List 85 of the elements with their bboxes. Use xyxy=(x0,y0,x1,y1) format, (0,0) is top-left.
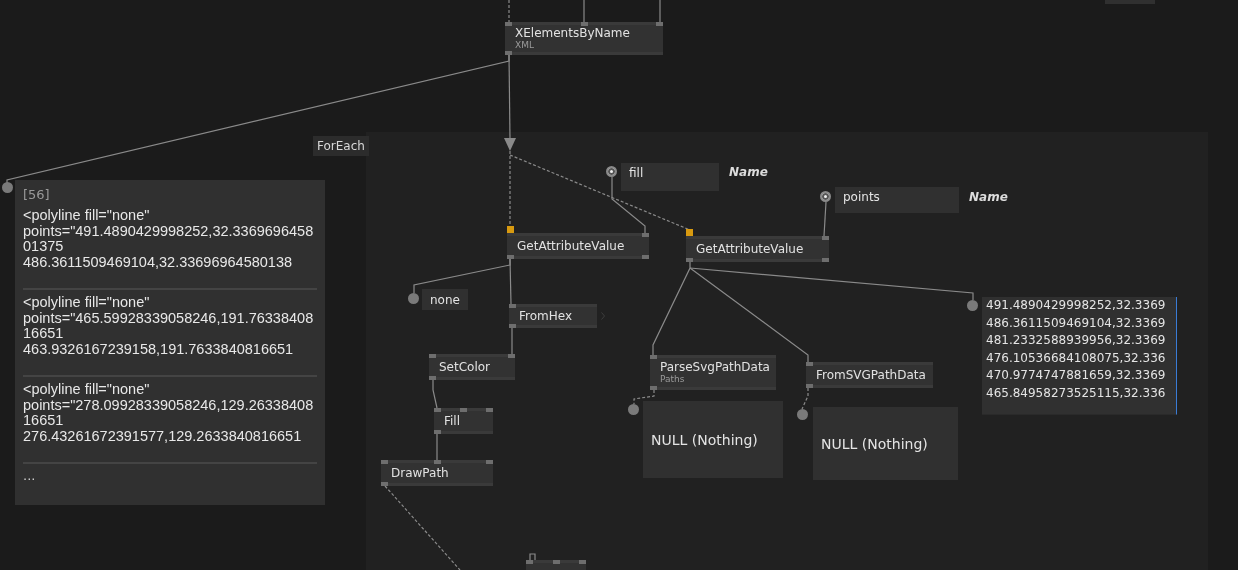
node[interactable]: XElementsByName XML xyxy=(505,22,663,55)
output-pin[interactable] xyxy=(505,51,512,55)
value-box[interactable]: NULL (Nothing) xyxy=(643,401,783,478)
link-line xyxy=(432,379,438,409)
input-pin[interactable] xyxy=(822,236,829,240)
list-value: 476.10536684108075,32.336 xyxy=(986,349,1167,367)
output-pin[interactable] xyxy=(650,386,657,390)
input-pin[interactable] xyxy=(656,22,663,26)
output-pin[interactable] xyxy=(507,255,514,259)
pin-icon[interactable] xyxy=(606,166,617,177)
link-line xyxy=(436,433,438,461)
input-pin[interactable] xyxy=(434,408,441,412)
link-line xyxy=(511,327,513,355)
output-pin[interactable] xyxy=(429,376,436,380)
node[interactable]: FromHex xyxy=(509,304,597,328)
list-value: 491.4890429998252,32.3369 xyxy=(986,297,1167,314)
node[interactable]: SetColor xyxy=(429,354,515,380)
list-value: 465.84958273525115,32.336 xyxy=(986,384,1167,402)
output-pin[interactable] xyxy=(686,258,693,262)
node-category: XML xyxy=(515,40,535,51)
value-box[interactable]: points xyxy=(835,187,959,213)
spread-item: <polyline fill="none" points="465.59928339058246,191.7633840816651 463.9326167239158,191.7633840816651 xyxy=(23,294,317,377)
value-box[interactable]: none xyxy=(422,289,468,310)
node[interactable]: GetAttributeValue xyxy=(507,233,649,259)
dashed-link-line xyxy=(801,387,809,410)
node[interactable]: Fill xyxy=(434,408,493,434)
node-category: Paths xyxy=(660,374,686,385)
link-line xyxy=(529,553,536,561)
list-value: 486.3611509469104,32.3369 xyxy=(986,314,1167,332)
region-title: ForEach xyxy=(313,136,369,156)
list-value: 470.9774747881659,32.3369 xyxy=(986,367,1167,385)
input-pin[interactable] xyxy=(434,460,441,464)
splicer-icon xyxy=(504,138,516,151)
node-title: SetColor xyxy=(439,360,492,374)
output-pin[interactable] xyxy=(509,324,516,328)
input-pin[interactable] xyxy=(526,560,533,564)
output-pin[interactable] xyxy=(381,482,388,486)
input-pin[interactable] xyxy=(581,22,588,26)
pin-icon[interactable] xyxy=(820,191,831,202)
node-title: FromSVGPathData xyxy=(816,368,923,382)
node-title: XElementsByName xyxy=(515,26,631,40)
more-indicator: ... xyxy=(23,468,37,483)
node-title: DrawPath xyxy=(391,466,450,480)
node-title: GetAttributeValue xyxy=(517,239,626,253)
input-pin[interactable] xyxy=(806,362,813,366)
node[interactable]: FromSVGPathData xyxy=(806,362,933,388)
value-list-box[interactable]: 491.4890429998252,32.3369 486.3611509469104,32.3369 481.2332588939956,32.3369 476.10536684108075,32.336 470.9774747881659,32.3369 465.84958273525115,32.336 xyxy=(982,297,1177,415)
node-title: GetAttributeValue xyxy=(696,242,805,256)
pin-label: Name xyxy=(729,165,768,179)
dashed-link-line xyxy=(508,0,510,23)
input-pin[interactable] xyxy=(642,233,649,237)
input-pin[interactable] xyxy=(486,408,493,412)
value-box[interactable]: fill xyxy=(621,163,719,191)
input-pin[interactable] xyxy=(429,354,436,358)
output-pin[interactable] xyxy=(434,430,441,434)
link-line xyxy=(659,0,661,23)
input-pin[interactable] xyxy=(508,354,515,358)
node-title: FromHex xyxy=(519,309,574,323)
input-pin[interactable] xyxy=(460,408,467,412)
node[interactable]: GetAttributeValue xyxy=(686,236,829,262)
pin-label: Name xyxy=(969,190,1008,204)
spread-count: [56] xyxy=(23,186,51,204)
input-pin[interactable] xyxy=(509,304,516,308)
input-pin[interactable] xyxy=(381,460,388,464)
output-pin[interactable] xyxy=(822,258,829,262)
node[interactable]: DrawPath xyxy=(381,460,493,486)
value-box[interactable]: NULL (Nothing) xyxy=(813,407,958,480)
link-line xyxy=(583,0,585,23)
input-pin[interactable] xyxy=(686,229,693,236)
input-pin[interactable] xyxy=(505,22,512,26)
spread-item: <polyline fill="none" points="278.09928339058246,129.2633840816651 276.43261672391577,129.2633840816651 xyxy=(23,381,317,464)
output-pin[interactable] xyxy=(642,255,649,259)
input-pin[interactable] xyxy=(507,226,514,233)
link-line xyxy=(823,201,827,237)
input-pin[interactable] xyxy=(486,460,493,464)
input-pin[interactable] xyxy=(650,355,657,359)
input-pin[interactable] xyxy=(579,560,586,564)
list-value: 481.2332588939956,32.3369 xyxy=(986,332,1167,350)
node-title: Fill xyxy=(444,414,462,428)
output-pin[interactable] xyxy=(806,384,813,388)
link-line xyxy=(611,176,646,234)
dashed-link-line xyxy=(633,389,655,405)
node[interactable]: ParseSvgPathData Paths xyxy=(650,355,776,390)
spread-item: <polyline fill="none" points="491.4890429998252,32.336969645801375 486.3611509469104,32.33696964580138 xyxy=(23,207,317,290)
input-pin[interactable] xyxy=(553,560,560,564)
